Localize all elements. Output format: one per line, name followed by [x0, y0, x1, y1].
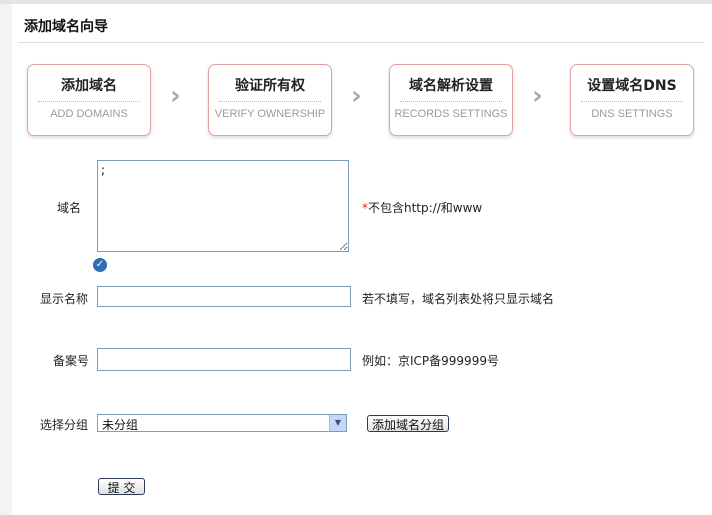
- step-title: 验证所有权: [235, 78, 305, 94]
- group-select[interactable]: 未分组 ▼: [97, 414, 347, 432]
- record-number-input[interactable]: [97, 348, 351, 371]
- record-number-hint: 例如：京ICP备999999号: [362, 354, 499, 368]
- step-records-settings: 域名解析设置 RECORDS SETTINGS: [389, 64, 513, 136]
- chevron-right-icon: ›: [170, 81, 181, 111]
- step-subtitle: VERIFY OWNERSHIP: [214, 108, 326, 120]
- step-divider: [219, 101, 321, 102]
- add-domain-group-button[interactable]: 添加域名分组: [367, 415, 449, 432]
- step-title: 设置域名DNS: [587, 78, 677, 94]
- step-divider: [38, 101, 140, 102]
- step-verify-ownership: 验证所有权 VERIFY OWNERSHIP: [208, 64, 332, 136]
- record-number-label: 备案号: [53, 354, 90, 368]
- page-title: 添加域名向导: [24, 19, 108, 35]
- display-name-label: 显示名称: [40, 292, 89, 306]
- group-label: 选择分组: [40, 418, 89, 432]
- group-select-value: 未分组: [102, 418, 139, 432]
- step-divider: [400, 101, 502, 102]
- title-divider: [18, 42, 704, 43]
- left-border: [0, 4, 12, 515]
- chevron-right-icon: ›: [532, 81, 543, 111]
- display-name-input[interactable]: [97, 286, 351, 307]
- domain-hint: *不包含http://和www: [362, 199, 482, 216]
- chevron-down-icon[interactable]: ▼: [329, 415, 346, 431]
- check-circle-icon: ✓: [93, 258, 107, 272]
- step-add-domains: 添加域名 ADD DOMAINS: [27, 64, 151, 136]
- submit-button[interactable]: 提 交: [98, 478, 145, 495]
- step-subtitle: RECORDS SETTINGS: [394, 108, 508, 120]
- domain-label: 域名: [57, 201, 82, 215]
- step-dns-settings: 设置域名DNS DNS SETTINGS: [570, 64, 694, 136]
- step-title: 添加域名: [61, 78, 117, 94]
- chevron-right-icon: ›: [351, 81, 362, 111]
- step-title: 域名解析设置: [409, 78, 493, 94]
- domain-hint-text: 不包含http://和www: [368, 201, 483, 215]
- step-divider: [581, 101, 683, 102]
- step-subtitle: DNS SETTINGS: [591, 108, 673, 120]
- domain-textarea[interactable]: ;: [97, 160, 349, 252]
- top-border: [0, 0, 712, 4]
- display-name-hint: 若不填写，域名列表处将只显示域名: [362, 292, 555, 306]
- step-subtitle: ADD DOMAINS: [50, 108, 128, 120]
